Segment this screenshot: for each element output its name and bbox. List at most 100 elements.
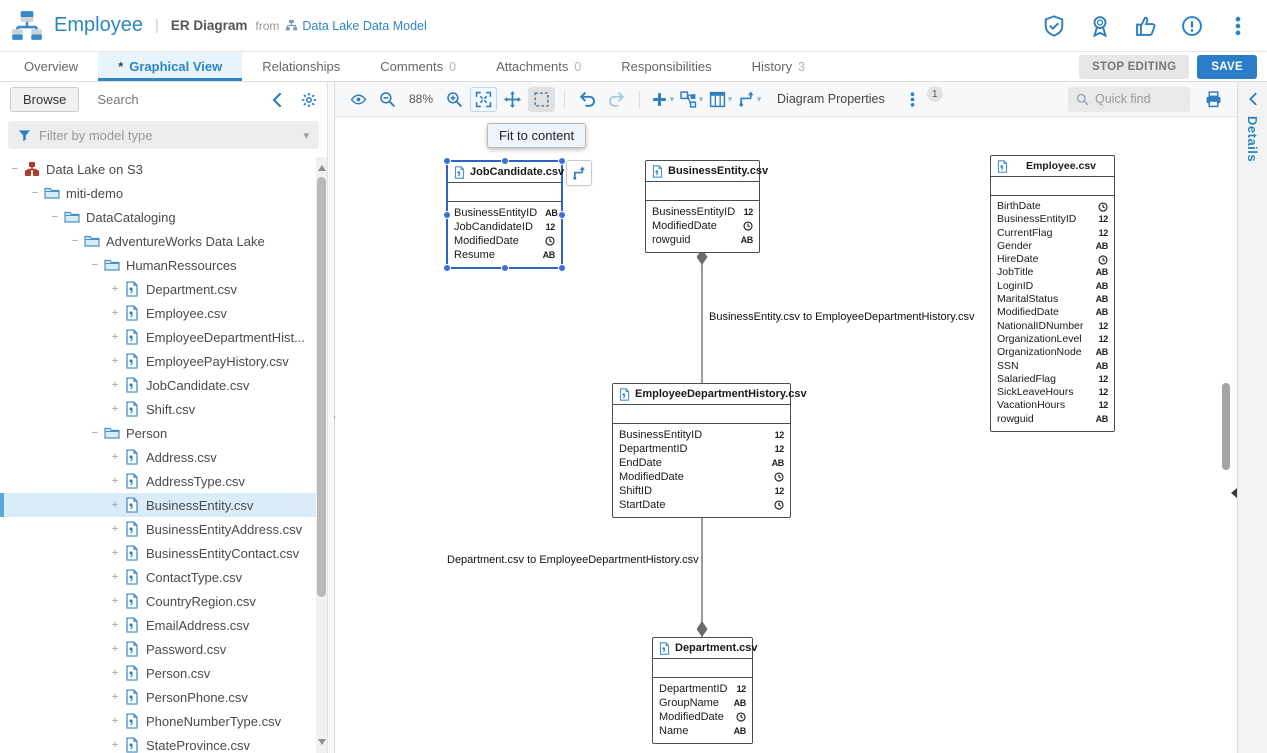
diagram-properties-button[interactable]: Diagram Properties: [777, 92, 885, 106]
entity-header[interactable]: EmployeeDepartmentHistory.csv: [613, 384, 790, 405]
marquee-select-button[interactable]: [528, 87, 555, 112]
zoom-out-button[interactable]: [374, 87, 401, 112]
expand-expander-icon[interactable]: +: [108, 283, 122, 295]
entity-jobcandidate-csv[interactable]: JobCandidate.csvBusinessEntityIDABJobCan…: [446, 160, 563, 269]
selection-handle[interactable]: [443, 157, 451, 165]
fit-to-content-button[interactable]: [470, 87, 497, 112]
quick-find-input[interactable]: Quick find: [1068, 87, 1190, 112]
add-button[interactable]: ▾: [649, 87, 676, 112]
details-panel-label[interactable]: Details: [1245, 116, 1260, 162]
tree-item-businessentitycontact-csv[interactable]: +BusinessEntityContact.csv: [0, 541, 327, 565]
canvas-scrollbar-thumb[interactable]: [1222, 383, 1230, 470]
tree-item-addresstype-csv[interactable]: +AddressType.csv: [0, 469, 327, 493]
table-view-button[interactable]: ▾: [707, 87, 734, 112]
diagram-canvas[interactable]: Fit to content BusinessEntity.csv to Emp…: [335, 117, 1237, 753]
expand-expander-icon[interactable]: +: [108, 547, 122, 559]
stop-editing-button[interactable]: STOP EDITING: [1079, 55, 1189, 79]
zoom-in-button[interactable]: [441, 87, 468, 112]
tree-item-employeepayhistory-csv[interactable]: +EmployeePayHistory.csv: [0, 349, 327, 373]
expand-expander-icon[interactable]: +: [108, 307, 122, 319]
shield-check-icon[interactable]: [1043, 15, 1065, 37]
create-connector-button[interactable]: [566, 160, 592, 186]
collapse-panel-icon[interactable]: [269, 92, 285, 108]
expand-expander-icon[interactable]: +: [108, 739, 122, 751]
alert-circle-icon[interactable]: [1181, 15, 1203, 37]
collapse-expander-icon[interactable]: −: [28, 187, 42, 199]
selection-handle[interactable]: [558, 157, 566, 165]
tree-item-miti-demo[interactable]: −miti-demo: [0, 181, 327, 205]
selection-handle[interactable]: [501, 157, 509, 165]
tree-item-person-csv[interactable]: +Person.csv: [0, 661, 327, 685]
collapse-expander-icon[interactable]: −: [48, 211, 62, 223]
collapse-expander-icon[interactable]: −: [88, 427, 102, 439]
expand-expander-icon[interactable]: +: [108, 643, 122, 655]
expand-expander-icon[interactable]: +: [108, 595, 122, 607]
relationship-label[interactable]: BusinessEntity.csv to EmployeeDepartment…: [709, 311, 975, 323]
panel-divider[interactable]: [327, 82, 335, 753]
relationship-line[interactable]: [701, 508, 703, 637]
auto-layout-button[interactable]: ▾: [678, 87, 705, 112]
tree-item-businessentityaddress-csv[interactable]: +BusinessEntityAddress.csv: [0, 517, 327, 541]
relationship-label[interactable]: Department.csv to EmployeeDepartmentHist…: [447, 554, 699, 566]
award-icon[interactable]: [1089, 15, 1111, 37]
redo-button[interactable]: [603, 87, 630, 112]
collapse-expander-icon[interactable]: −: [8, 163, 22, 175]
expand-expander-icon[interactable]: +: [108, 619, 122, 631]
tree-item-personphone-csv[interactable]: +PersonPhone.csv: [0, 685, 327, 709]
scroll-up-icon[interactable]: [318, 161, 326, 171]
tree-item-person[interactable]: −Person: [0, 421, 327, 445]
expand-expander-icon[interactable]: +: [108, 451, 122, 463]
collapse-expander-icon[interactable]: −: [68, 235, 82, 247]
entity-header[interactable]: JobCandidate.csv: [448, 162, 561, 183]
expand-expander-icon[interactable]: +: [108, 331, 122, 343]
model-link[interactable]: Data Lake Data Model: [285, 19, 426, 33]
tree-item-businessentity-csv[interactable]: +BusinessEntity.csv: [0, 493, 327, 517]
expand-expander-icon[interactable]: +: [108, 379, 122, 391]
entity-department-csv[interactable]: Department.csvDepartmentID12GroupNameABM…: [652, 637, 753, 744]
expand-expander-icon[interactable]: +: [108, 475, 122, 487]
gear-icon[interactable]: [301, 92, 317, 108]
selection-handle[interactable]: [558, 211, 566, 219]
entity-businessentity-csv[interactable]: BusinessEntity.csvBusinessEntityID12Modi…: [645, 160, 760, 253]
scroll-down-icon[interactable]: [318, 739, 326, 749]
expand-expander-icon[interactable]: +: [108, 403, 122, 415]
details-collapse-handle[interactable]: [1226, 488, 1237, 498]
thumbs-up-icon[interactable]: [1135, 15, 1157, 37]
search-tab-button[interactable]: Search: [97, 92, 138, 107]
entity-header[interactable]: Department.csv: [653, 638, 752, 659]
tab-graphical-view[interactable]: *Graphical View: [98, 52, 242, 81]
browse-tab-button[interactable]: Browse: [10, 87, 79, 112]
kebab-button[interactable]: [899, 87, 926, 112]
move-button[interactable]: [499, 87, 526, 112]
tree-item-datacataloging[interactable]: −DataCataloging: [0, 205, 327, 229]
expand-expander-icon[interactable]: +: [108, 523, 122, 535]
tab-overview[interactable]: Overview: [4, 52, 98, 81]
tab-relationships[interactable]: Relationships: [242, 52, 360, 81]
relationship-line[interactable]: [701, 249, 703, 383]
expand-expander-icon[interactable]: +: [108, 715, 122, 727]
expand-expander-icon[interactable]: +: [108, 667, 122, 679]
print-button[interactable]: [1200, 87, 1227, 112]
entity-employee-csv[interactable]: Employee.csvBirthDateBusinessEntityID12C…: [990, 155, 1115, 432]
selection-handle[interactable]: [501, 264, 509, 272]
entity-employeedepartmenthistory-csv[interactable]: EmployeeDepartmentHistory.csvBusinessEnt…: [612, 383, 791, 518]
tree-scrollbar-thumb[interactable]: [317, 177, 326, 597]
entity-header[interactable]: Employee.csv: [991, 156, 1114, 177]
tree-item-countryregion-csv[interactable]: +CountryRegion.csv: [0, 589, 327, 613]
tree-item-adventureworks-data-lake[interactable]: −AdventureWorks Data Lake: [0, 229, 327, 253]
tree-item-stateprovince-csv[interactable]: +StateProvince.csv: [0, 733, 327, 753]
selection-handle[interactable]: [558, 264, 566, 272]
tree-item-data-lake-on-s3[interactable]: −Data Lake on S3: [0, 157, 327, 181]
selection-handle[interactable]: [443, 264, 451, 272]
tree-item-employeedepartmenthist-[interactable]: +EmployeeDepartmentHist...: [0, 325, 327, 349]
tree-item-jobcandidate-csv[interactable]: +JobCandidate.csv: [0, 373, 327, 397]
tree-item-employee-csv[interactable]: +Employee.csv: [0, 301, 327, 325]
save-button[interactable]: SAVE: [1197, 55, 1257, 79]
expand-expander-icon[interactable]: +: [108, 499, 122, 511]
collapse-expander-icon[interactable]: −: [88, 259, 102, 271]
tree-item-password-csv[interactable]: +Password.csv: [0, 637, 327, 661]
tab-attachments[interactable]: Attachments0: [476, 52, 601, 81]
tree-item-shift-csv[interactable]: +Shift.csv: [0, 397, 327, 421]
connector-style-button[interactable]: ▾: [736, 87, 763, 112]
tree-item-contacttype-csv[interactable]: +ContactType.csv: [0, 565, 327, 589]
